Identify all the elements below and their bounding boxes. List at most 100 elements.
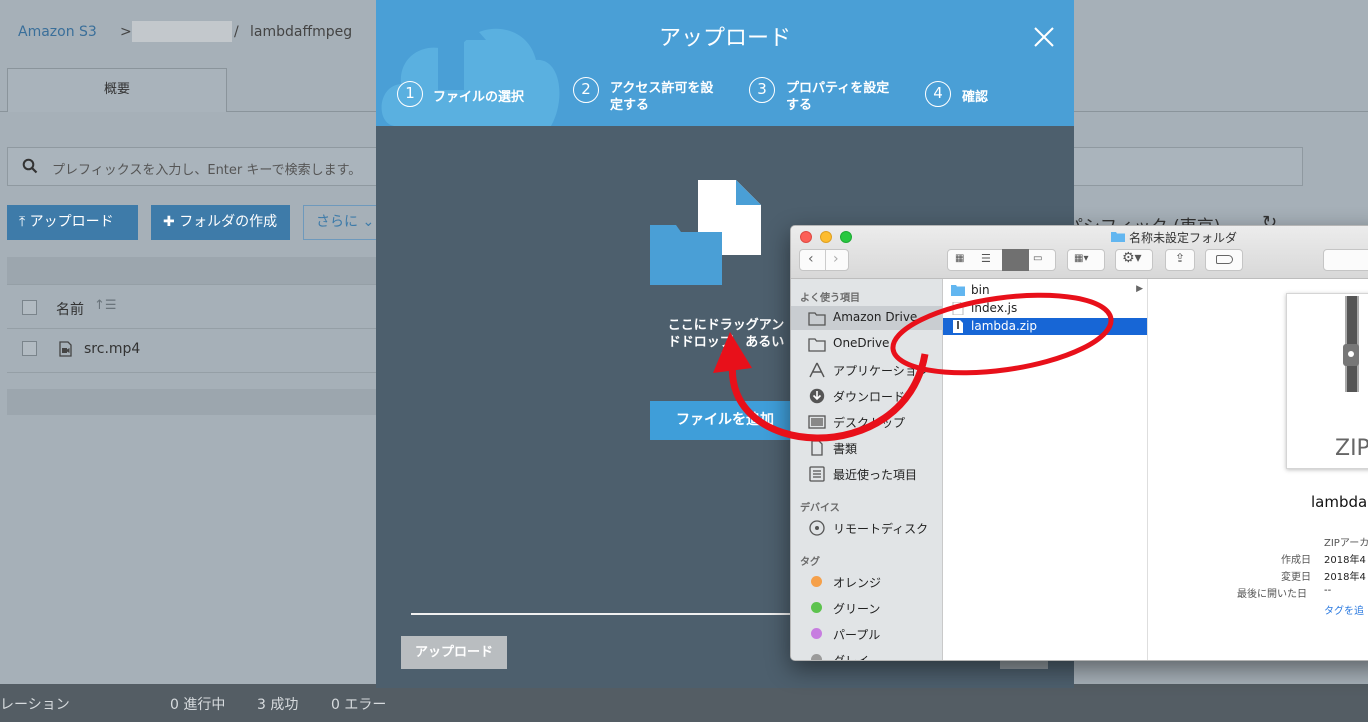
icon-view-icon[interactable]: ▦ xyxy=(955,253,964,264)
group-button[interactable]: ▦▾ xyxy=(1067,249,1105,271)
finder-file-column: bin ▶ index.js lambda.zip xyxy=(943,279,1148,660)
finder-toolbar: 名称未設定フォルダ ‹ › ▦ ☰ ▭ ▦▾ ⚙▾ ⇪ xyxy=(791,226,1368,279)
sidebar-tag-green[interactable]: グリーン xyxy=(791,596,943,620)
search-placeholder: プレフィックスを入力し、Enter キーで検索します。 xyxy=(52,163,362,178)
operations-label[interactable]: レーション xyxy=(0,694,70,714)
in-progress-count[interactable]: 0 進行中 xyxy=(170,694,225,714)
chevron-down-icon: ⌄ xyxy=(362,214,375,230)
action-button[interactable]: ⚙▾ xyxy=(1115,249,1153,271)
sidebar-item-recents[interactable]: 最近使った項目 xyxy=(791,462,943,486)
step-label: アクセス許可を設 定する xyxy=(610,81,714,113)
folder-icon xyxy=(808,312,826,326)
sidebar-section-tags: タグ xyxy=(800,557,820,568)
sidebar-item-label: リモートディスク xyxy=(833,522,929,536)
tab-overview[interactable]: 概要 xyxy=(7,68,227,112)
breadcrumb-root-link[interactable]: Amazon S3 xyxy=(18,24,97,40)
select-all-checkbox[interactable] xyxy=(22,300,37,315)
sidebar-item-label: パープル xyxy=(833,628,881,642)
breadcrumb-redacted-bucket[interactable] xyxy=(132,21,232,42)
zip-thumbnail-label: ZIP xyxy=(1335,436,1368,461)
sidebar-item-documents[interactable]: 書類 xyxy=(791,436,943,460)
operations-status-bar: レーション 0 進行中 3 成功 0 エラー xyxy=(0,684,1368,722)
view-mode-segmented[interactable]: ▦ ☰ ▭ xyxy=(947,249,1056,271)
file-name: bin xyxy=(971,283,990,297)
video-file-icon xyxy=(59,341,72,357)
search-icon xyxy=(22,158,38,174)
sidebar-item-label: Amazon Drive xyxy=(833,310,918,324)
column-view-icon[interactable] xyxy=(1002,249,1029,271)
sidebar-item-downloads[interactable]: ダウンロード xyxy=(791,384,943,408)
step-label: プロパティを設定 する xyxy=(786,81,890,113)
gear-icon: ⚙▾ xyxy=(1122,250,1142,266)
list-view-icon[interactable]: ☰ xyxy=(981,252,991,265)
file-name: lambda.zip xyxy=(971,319,1038,333)
desktop-icon xyxy=(808,415,826,429)
sidebar-item-applications[interactable]: アプリケーション xyxy=(791,358,943,382)
column-header-name[interactable]: 名前 xyxy=(56,299,84,319)
forward-icon[interactable]: › xyxy=(833,251,839,267)
tag-button[interactable] xyxy=(1205,249,1243,271)
finder-window: 名称未設定フォルダ ‹ › ▦ ☰ ▭ ▦▾ ⚙▾ ⇪ よく使う項目 Amazo… xyxy=(790,225,1368,661)
sidebar-item-label: ダウンロード xyxy=(833,390,906,404)
sidebar-tag-gray[interactable]: グレイ xyxy=(791,648,943,661)
list-item-index-js[interactable]: index.js xyxy=(943,300,1147,317)
download-icon xyxy=(809,388,825,404)
share-button[interactable]: ⇪ xyxy=(1165,249,1195,271)
sidebar-item-label: グレイ xyxy=(833,654,870,661)
sidebar-item-onedrive[interactable]: OneDrive xyxy=(791,332,943,356)
table-row-filename[interactable]: src.mp4 xyxy=(84,341,140,357)
breadcrumb-current-folder: lambdaffmpeg xyxy=(250,24,353,40)
drop-zone-text: ここにドラッグアン ドドロップ、あるい は xyxy=(667,318,785,367)
preview-created-label: 作成日 xyxy=(1281,555,1311,566)
preview-created-value: 2018年4 xyxy=(1324,555,1366,566)
add-tags-link[interactable]: タグを追 xyxy=(1324,602,1364,617)
applications-icon xyxy=(809,362,825,378)
finder-sidebar: よく使う項目 Amazon Drive OneDrive アプリケーション ダウ… xyxy=(791,279,943,661)
back-icon[interactable]: ‹ xyxy=(808,251,814,267)
more-actions-button[interactable]: さらに ⌄ xyxy=(303,205,381,240)
step-label: ファイルの選択 xyxy=(433,90,525,105)
document-icon xyxy=(952,302,964,315)
sidebar-tag-orange[interactable]: オレンジ xyxy=(791,570,943,594)
minimize-window-button[interactable] xyxy=(820,231,832,243)
preview-modified-label: 変更日 xyxy=(1281,572,1311,583)
gallery-view-icon[interactable]: ▭ xyxy=(1033,253,1042,264)
finder-search-field[interactable] xyxy=(1323,249,1368,271)
sidebar-item-label: デスクトップ xyxy=(833,416,906,430)
error-count[interactable]: 0 エラー xyxy=(331,694,386,714)
chevron-right-icon: ▶ xyxy=(1136,284,1143,294)
sort-icon[interactable]: ↑☰ xyxy=(94,298,117,313)
sidebar-tag-purple[interactable]: パープル xyxy=(791,622,943,646)
create-folder-button[interactable]: ✚ フォルダの作成 xyxy=(151,205,290,240)
upload-button[interactable]: ⤒ アップロード xyxy=(7,205,138,240)
row-checkbox[interactable] xyxy=(22,341,37,356)
list-item-lambda-zip[interactable]: lambda.zip xyxy=(943,318,1147,335)
finder-preview-pane: ZIP lambda ZIPアーカ 作成日 2018年4 変更日 2018年4 … xyxy=(1148,279,1368,660)
sidebar-item-remote-disc[interactable]: リモートディスク xyxy=(791,516,943,540)
green-tag-dot xyxy=(811,602,822,613)
step-label: 確認 xyxy=(962,90,989,105)
document-icon xyxy=(811,440,823,456)
sidebar-item-label: 書類 xyxy=(833,442,858,456)
preview-opened-value: -- xyxy=(1324,585,1332,596)
list-item-bin[interactable]: bin ▶ xyxy=(943,282,1147,299)
preview-modified-value: 2018年4 xyxy=(1324,572,1366,583)
add-files-button[interactable]: ファイルを追加 xyxy=(650,401,800,440)
step-number: 2 xyxy=(573,77,599,103)
back-forward-buttons[interactable]: ‹ › xyxy=(799,249,849,271)
modal-upload-button[interactable]: アップロード xyxy=(401,636,507,669)
sidebar-section-devices: デバイス xyxy=(800,503,840,514)
sidebar-item-desktop[interactable]: デスクトップ xyxy=(791,410,943,434)
preview-file-name: lambda xyxy=(1311,493,1368,511)
plus-icon: ✚ xyxy=(163,214,180,230)
close-window-button[interactable] xyxy=(800,231,812,243)
file-name: index.js xyxy=(971,301,1018,315)
close-icon[interactable] xyxy=(1032,25,1056,49)
zoom-window-button[interactable] xyxy=(840,231,852,243)
breadcrumb-separator-slash: / xyxy=(234,24,239,40)
sidebar-item-amazon-drive[interactable]: Amazon Drive xyxy=(791,306,943,330)
upload-modal-header: アップロード 1 ファイルの選択 2 アクセス許可を設 定する 3 プロパティを… xyxy=(376,0,1074,126)
orange-tag-dot xyxy=(811,576,822,587)
success-count[interactable]: 3 成功 xyxy=(257,694,298,714)
sidebar-section-favorites: よく使う項目 xyxy=(800,293,860,304)
